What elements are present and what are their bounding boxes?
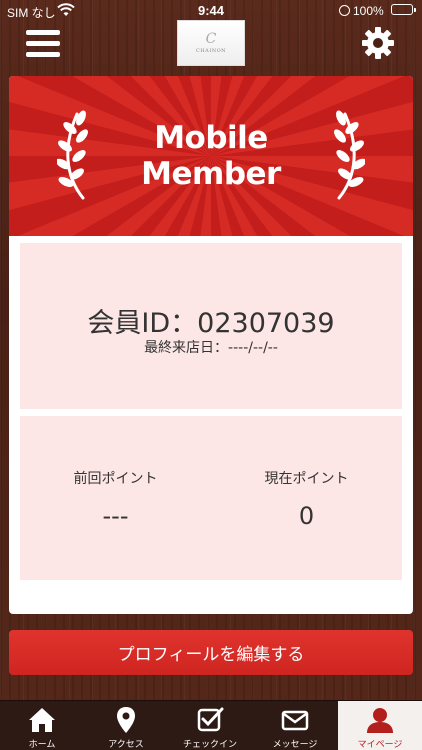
previous-points-value: --- (102, 502, 129, 530)
tab-home-label: ホーム (28, 740, 56, 750)
home-icon (29, 708, 55, 732)
current-points-label: 現在ポイント (264, 471, 349, 487)
brand-logo: C CHAINON (177, 20, 245, 66)
tab-mypage[interactable]: マイページ (338, 701, 422, 750)
previous-points: 前回ポイント --- (20, 468, 211, 530)
checkbox-icon (197, 707, 224, 732)
member-banner: Mobile Member (9, 76, 413, 236)
user-icon (367, 708, 393, 733)
tab-mypage-label: マイページ (357, 740, 403, 750)
tab-message[interactable]: メッセージ (253, 701, 337, 750)
envelope-icon (281, 710, 309, 731)
status-bar: SIM なし 9:44 100% (0, 0, 422, 22)
tab-checkin[interactable]: チェックイン (168, 701, 252, 750)
logo-text: CHAINON (195, 48, 227, 54)
rotation-lock-icon (339, 5, 350, 16)
gear-icon[interactable] (360, 25, 396, 61)
battery-percent: 100% (353, 4, 384, 18)
laurel-right-icon (334, 110, 365, 200)
tab-bar: ホーム アクセス チェックイン メッセージ マイページ (0, 700, 422, 750)
tab-access[interactable]: アクセス (84, 701, 168, 750)
current-points: 現在ポイント 0 (211, 468, 402, 530)
tab-access-label: アクセス (108, 740, 144, 750)
current-points-value: 0 (298, 502, 315, 530)
edit-profile-button[interactable]: プロフィールを編集する (9, 630, 413, 675)
last-visit-date: 最終来店日：----/--/-- (144, 340, 278, 356)
member-card: Mobile Member 会員ID：02307039 最終来店日：----/-… (9, 76, 413, 614)
logo-mark: C (205, 31, 217, 47)
map-pin-icon (117, 707, 135, 733)
points-panel: 前回ポイント --- 現在ポイント 0 (20, 416, 402, 580)
tab-message-label: メッセージ (272, 740, 318, 750)
tab-checkin-label: チェックイン (182, 740, 237, 750)
battery-icon (391, 4, 416, 15)
member-id-panel: 会員ID：02307039 最終来店日：----/--/-- (20, 243, 402, 409)
tab-home[interactable]: ホーム (0, 701, 84, 750)
hamburger-icon[interactable] (26, 28, 60, 58)
nav-bar: C CHAINON (0, 20, 422, 66)
previous-points-label: 前回ポイント (73, 471, 158, 487)
member-id: 会員ID：02307039 (87, 308, 335, 339)
